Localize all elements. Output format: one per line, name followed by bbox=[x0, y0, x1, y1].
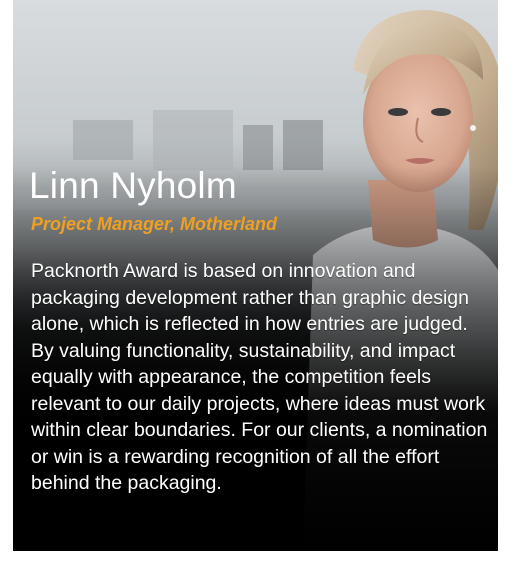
testimonial-content: Linn Nyholm Project Manager, Motherland … bbox=[13, 0, 498, 551]
testimonial-quote: Packnorth Award is based on innovation a… bbox=[31, 260, 488, 494]
person-role: Project Manager, Motherland bbox=[31, 214, 278, 234]
person-name: Linn Nyholm bbox=[29, 165, 237, 206]
testimonial-card: Linn Nyholm Project Manager, Motherland … bbox=[13, 0, 498, 551]
